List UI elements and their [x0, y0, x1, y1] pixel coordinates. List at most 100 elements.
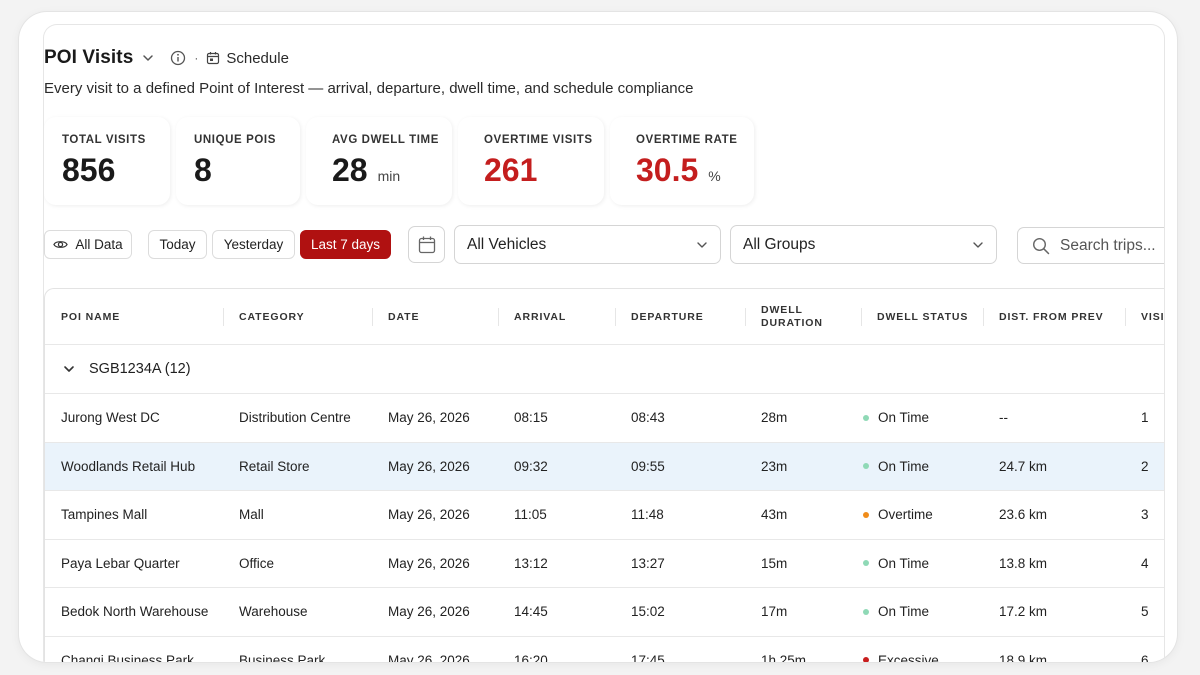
- column-header-date[interactable]: DATE: [388, 289, 419, 345]
- status-label: On Time: [878, 555, 930, 571]
- stat-unit: %: [708, 168, 721, 184]
- column-header-dwell-duration[interactable]: DWELL DURATION: [761, 289, 841, 345]
- today-button[interactable]: Today: [148, 230, 207, 259]
- status-dot-icon: [863, 463, 869, 470]
- cell-arrival: 08:15: [514, 410, 548, 426]
- stat-value: 261: [484, 152, 538, 188]
- stat-value: 28: [332, 152, 368, 188]
- cell-dwell-duration: 17m: [761, 604, 788, 620]
- cell-departure: 17:45: [631, 652, 665, 662]
- status-label: On Time: [878, 604, 930, 620]
- page-subtitle: Every visit to a defined Point of Intere…: [44, 80, 694, 97]
- table-row[interactable]: Tampines Mall Mall May 26, 2026 11:05 11:48 4…: [45, 491, 1164, 540]
- cell-visit: 1: [1141, 410, 1149, 426]
- stat-card-total-visits: TOTAL VISITS 856: [44, 117, 170, 205]
- status-dot-icon: [863, 511, 869, 518]
- cell-category: Retail Store: [239, 458, 310, 474]
- cell-visit: 4: [1141, 555, 1149, 571]
- search-icon: [1032, 237, 1050, 254]
- cell-dwell-duration: 23m: [761, 458, 788, 474]
- cell-visit: 2: [1141, 458, 1149, 474]
- column-header-poi-name[interactable]: POI NAME: [61, 289, 120, 345]
- column-header-category[interactable]: CATEGORY: [239, 289, 305, 345]
- cell-visit: 3: [1141, 507, 1149, 523]
- table-row[interactable]: Changi Business Park Business Park May 26,…: [45, 637, 1164, 662]
- cell-poi-name: Bedok North Warehouse: [61, 604, 209, 620]
- column-header-dwell-status[interactable]: DWELL STATUS: [877, 289, 968, 345]
- stats-row: TOTAL VISITS 856 UNIQUE POIS 8 AVG DWELL…: [44, 117, 760, 205]
- column-header-arrival[interactable]: ARRIVAL: [514, 289, 566, 345]
- cell-arrival: 16:20: [514, 652, 548, 662]
- status-label: On Time: [878, 410, 930, 426]
- status-dot-icon: [863, 608, 869, 615]
- chevron-down-icon[interactable]: [142, 52, 154, 64]
- cell-date: May 26, 2026: [388, 555, 470, 571]
- cell-category: Warehouse: [239, 604, 308, 620]
- date-picker-button[interactable]: [408, 226, 445, 263]
- column-header-dist-from-prev[interactable]: DIST. FROM PREV: [999, 289, 1104, 345]
- chevron-down-icon: [697, 242, 707, 248]
- last-7-days-button[interactable]: Last 7 days: [300, 230, 391, 259]
- column-header-departure[interactable]: DEPARTURE: [631, 289, 704, 345]
- cell-dwell-status: On Time: [863, 394, 929, 442]
- calendar-icon: [418, 236, 435, 253]
- status-dot-icon: [863, 560, 869, 567]
- poi-visits-table: POI NAME CATEGORY DATE ARRIVAL DEPARTURE…: [44, 288, 1164, 662]
- stat-card-unique-pois: UNIQUE POIS 8: [176, 117, 300, 205]
- separator-dot: ·: [194, 51, 199, 65]
- cell-dwell-duration: 15m: [761, 555, 788, 571]
- page-title: POI Visits: [44, 47, 134, 68]
- table-row[interactable]: Woodlands Retail Hub Retail Store May 26, …: [45, 442, 1164, 491]
- cell-arrival: 13:12: [514, 555, 548, 571]
- table-row[interactable]: Paya Lebar Quarter Office May 26, 2026 13:1…: [45, 540, 1164, 588]
- cell-date: May 26, 2026: [388, 507, 470, 523]
- app-frame: POI Visits · Schedule Every visit to a d…: [19, 12, 1177, 662]
- cell-poi-name: Changi Business Park: [61, 652, 194, 662]
- yesterday-button[interactable]: Yesterday: [212, 230, 295, 259]
- eye-icon: [53, 241, 69, 248]
- poi-visits-panel: POI Visits · Schedule Every visit to a d…: [43, 24, 1165, 662]
- column-header-visit[interactable]: VISIT: [1141, 289, 1164, 345]
- status-label: On Time: [878, 458, 930, 474]
- cell-visit: 5: [1141, 604, 1149, 620]
- stat-unit: min: [377, 168, 401, 184]
- search-placeholder: Search trips...: [1060, 236, 1156, 254]
- cell-dwell-duration: 28m: [761, 410, 788, 426]
- cell-category: Business Park: [239, 652, 326, 662]
- status-label: Overtime: [878, 507, 933, 523]
- info-icon[interactable]: [170, 50, 186, 66]
- filter-bar: All Data Today Yesterday Last 7 days All…: [44, 225, 1164, 265]
- cell-category: Distribution Centre: [239, 410, 351, 426]
- cell-departure: 15:02: [631, 604, 665, 620]
- stat-value: 30.5: [636, 152, 699, 188]
- stat-label: OVERTIME RATE: [636, 134, 738, 146]
- table-row[interactable]: Jurong West DC Distribution Centre May 26,…: [45, 394, 1164, 443]
- groups-select[interactable]: All Groups: [730, 225, 997, 264]
- stat-card-overtime-rate: OVERTIME RATE 30.5%: [610, 117, 754, 205]
- group-row-vehicle[interactable]: SGB1234A (12): [45, 345, 1164, 394]
- stat-value: 8: [194, 152, 212, 188]
- cell-date: May 26, 2026: [388, 652, 470, 662]
- search-input[interactable]: Search trips...: [1017, 227, 1164, 264]
- table-row[interactable]: Bedok North Warehouse Warehouse May 26, 20…: [45, 588, 1164, 637]
- stat-label: AVG DWELL TIME: [332, 134, 439, 146]
- cell-dwell-status: Overtime: [863, 491, 933, 539]
- all-data-button[interactable]: All Data: [44, 230, 132, 259]
- cell-poi-name: Woodlands Retail Hub: [61, 458, 196, 474]
- cell-dwell-status: On Time: [863, 443, 929, 491]
- cell-category: Mall: [239, 507, 264, 523]
- stat-value: 856: [62, 152, 116, 188]
- table-header: POI NAME CATEGORY DATE ARRIVAL DEPARTURE…: [45, 289, 1164, 345]
- cell-poi-name: Tampines Mall: [61, 507, 148, 523]
- vehicles-select[interactable]: All Vehicles: [454, 225, 721, 264]
- cell-dist-from-prev: 13.8 km: [999, 555, 1048, 571]
- schedule-link[interactable]: Schedule: [226, 50, 289, 67]
- chevron-down-icon[interactable]: [63, 363, 75, 375]
- cell-date: May 26, 2026: [388, 458, 470, 474]
- cell-dwell-status: On Time: [863, 540, 929, 588]
- header: POI Visits · Schedule: [44, 47, 289, 69]
- stat-label: OVERTIME VISITS: [484, 134, 593, 146]
- status-dot-icon: [863, 657, 869, 662]
- stat-label: UNIQUE POIS: [194, 134, 277, 146]
- cell-dist-from-prev: 18.9 km: [999, 652, 1048, 662]
